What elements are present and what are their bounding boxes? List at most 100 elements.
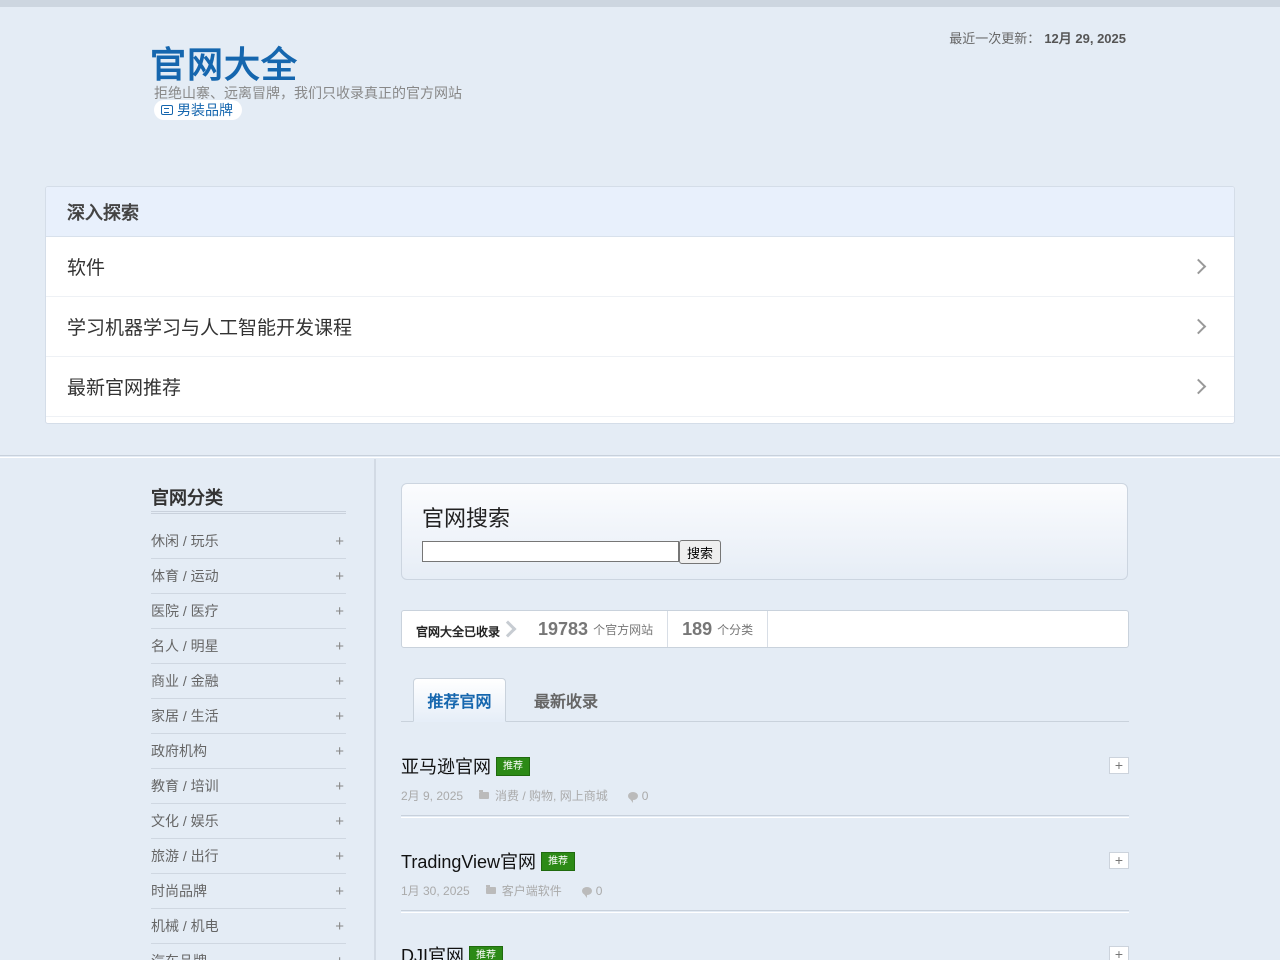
sidebar-item[interactable]: 医院 / 医疗 + [151,594,346,629]
sidebar-item-label: 教育 / 培训 [151,778,219,794]
plus-icon[interactable]: + [335,638,344,655]
chevron-right-icon [1190,378,1207,395]
plus-icon[interactable]: + [335,603,344,620]
plus-icon[interactable]: + [335,848,344,865]
sidebar-item-label: 体育 / 运动 [151,568,219,584]
categories-unit: 个分类 [717,622,754,637]
post-category[interactable]: 客户端软件 [502,882,562,899]
sidebar-item[interactable]: 文化 / 娱乐 + [151,804,346,839]
post-title[interactable]: DJI官网 推荐 [401,942,1129,960]
plus-icon[interactable]: + [335,568,344,585]
stats-categories: 189 个分类 [668,611,769,647]
sidebar-item-label: 休闲 / 玩乐 [151,533,219,549]
post-title[interactable]: TradingView官网 推荐 [401,848,1129,874]
expand-button[interactable]: + [1109,757,1129,774]
categories-count: 189 [682,618,713,639]
explore-item-label: 软件 [67,258,106,279]
explore-item[interactable]: 学习机器学习与人工智能开发课程 [46,297,1234,357]
post-separator [401,910,1129,913]
last-update: 最近一次更新： 12月 29, 2025 [949,28,1126,47]
tab-recommended[interactable]: 推荐官网 [413,678,506,722]
search-box: 官网搜索 搜索 [401,483,1128,580]
sidebar-item-label: 文化 / 娱乐 [151,813,219,829]
post-comments[interactable]: 0 [596,884,603,898]
search-title: 官网搜索 [422,506,511,531]
folder-icon [479,790,490,799]
post-item: TradingView官网 推荐 1月 30, 2025 客户端软件 0 + [401,848,1129,899]
sidebar-item[interactable]: 休闲 / 玩乐 + [151,524,346,559]
category-title-underline [151,511,346,514]
search-button[interactable]: 搜索 [679,540,721,564]
plus-icon[interactable]: + [335,883,344,900]
tab-latest[interactable]: 最新收录 [534,678,598,722]
post-title-text[interactable]: 亚马逊官网 [401,753,491,779]
folder-icon [485,885,496,894]
explore-heading: 深入探索 [46,187,1234,237]
sidebar-item[interactable]: 商业 / 金融 + [151,664,346,699]
sidebar-item[interactable]: 汽车品牌 + [151,944,346,960]
sites-unit: 个官方网站 [593,622,654,637]
chevron-right-icon [499,620,517,638]
top-bar [0,0,1280,7]
sidebar-item[interactable]: 时尚品牌 + [151,874,346,909]
expand-button[interactable]: + [1109,946,1129,960]
plus-icon[interactable]: + [335,778,344,795]
news-icon [161,105,173,115]
sidebar-item[interactable]: 体育 / 运动 + [151,559,346,594]
plus-icon[interactable]: + [335,743,344,760]
chevron-right-icon [1190,318,1207,335]
plus-icon[interactable]: + [335,918,344,935]
site-title[interactable]: 官网大全 [150,36,298,88]
post-title[interactable]: 亚马逊官网 推荐 [401,753,1129,779]
explore-item-label: 最新官网推荐 [67,378,182,399]
explore-item[interactable]: 软件 [46,237,1234,297]
chevron-right-icon [1190,258,1207,275]
brand-tag-label: 男装品牌 [177,102,233,118]
stats-sites: 19783 个官方网站 [524,611,669,647]
sidebar-item[interactable]: 旅游 / 出行 + [151,839,346,874]
post-title-text[interactable]: TradingView官网 [401,848,536,874]
sidebar-item[interactable]: 机械 / 机电 + [151,909,346,944]
post-date: 2月 9, 2025 [401,789,464,803]
post-meta: 2月 9, 2025 消费 / 购物, 网上商城 0 [401,787,1129,804]
explore-item-label: 学习机器学习与人工智能开发课程 [67,318,353,339]
plus-icon[interactable]: + [335,533,344,550]
sidebar-item[interactable]: 政府机构 + [151,734,346,769]
sidebar-item-label: 政府机构 [151,743,207,759]
sidebar-item[interactable]: 名人 / 明星 + [151,629,346,664]
last-update-label: 最近一次更新： [949,31,1041,46]
brand-tag[interactable]: 男装品牌 [154,100,242,120]
post-title-text[interactable]: DJI官网 [401,942,464,960]
category-title: 官网分类 [151,488,223,508]
sidebar-separator [374,459,376,960]
tabs-baseline [401,721,1129,722]
explore-panel: 深入探索 软件 学习机器学习与人工智能开发课程 最新官网推荐 [45,186,1235,424]
sidebar-item[interactable]: 家居 / 生活 + [151,699,346,734]
search-input[interactable] [422,541,679,562]
explore-item[interactable]: 最新官网推荐 [46,357,1234,417]
sidebar-item-label: 时尚品牌 [151,883,207,899]
post-meta: 1月 30, 2025 客户端软件 0 [401,882,1129,899]
recommend-badge: 推荐 [469,945,503,960]
post-category[interactable]: 消费 / 购物, 网上商城 [495,787,608,804]
sidebar-item-label: 旅游 / 出行 [151,848,219,864]
plus-icon[interactable]: + [335,708,344,725]
sidebar-item[interactable]: 教育 / 培训 + [151,769,346,804]
category-list: 休闲 / 玩乐 + 体育 / 运动 + 医院 / 医疗 + 名人 / 明星 + 商业 /… [151,524,346,960]
sidebar-item-label: 商业 / 金融 [151,673,219,689]
comment-icon [581,886,592,898]
expand-button[interactable]: + [1109,852,1129,869]
recommend-badge: 推荐 [496,756,530,776]
sites-count: 19783 [538,618,589,639]
post-date: 1月 30, 2025 [401,884,470,898]
plus-icon[interactable]: + [335,673,344,690]
stats-bar: 官网大全已收录 19783 个官方网站 189 个分类 [401,610,1129,648]
plus-icon[interactable]: + [335,953,344,960]
sidebar-item-label: 汽车品牌 [151,951,207,960]
section-divider [0,455,1280,458]
plus-icon[interactable]: + [335,813,344,830]
sidebar-item-label: 家居 / 生活 [151,708,219,724]
comment-icon [627,791,638,803]
last-update-date: 12月 29, 2025 [1044,31,1126,46]
post-comments[interactable]: 0 [642,789,649,803]
